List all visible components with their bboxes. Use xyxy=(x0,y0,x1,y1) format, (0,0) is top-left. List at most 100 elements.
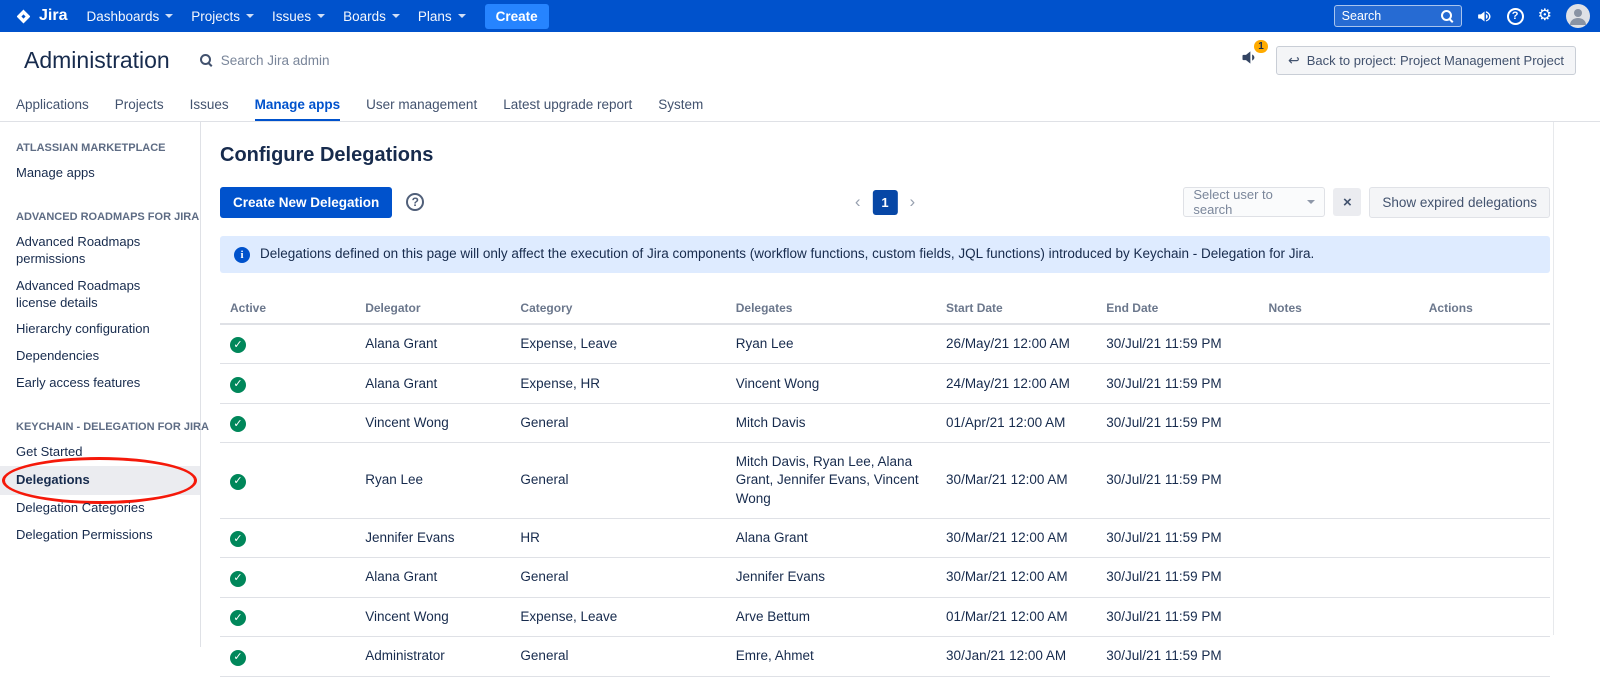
clear-filter-button[interactable]: × xyxy=(1333,188,1361,216)
tab-projects[interactable]: Projects xyxy=(115,88,164,121)
cell-delegates: Arve Bettum xyxy=(726,597,936,636)
nav-item-plans[interactable]: Plans xyxy=(409,0,475,32)
pagination-prev-icon[interactable]: ‹ xyxy=(853,192,863,212)
user-search-select[interactable]: Select user to search xyxy=(1183,187,1325,217)
chevron-down-icon xyxy=(1307,200,1315,204)
chevron-down-icon xyxy=(392,14,400,18)
cell-notes xyxy=(1259,518,1419,557)
cell-notes xyxy=(1259,364,1419,403)
sidebar-item-get-started[interactable]: Get Started xyxy=(0,439,200,466)
chevron-down-icon xyxy=(317,14,325,18)
cell-category: General xyxy=(510,558,725,597)
table-header-row: Active Delegator Category Delegates Star… xyxy=(220,293,1550,324)
col-start-date: Start Date xyxy=(936,293,1096,324)
show-expired-delegations-button[interactable]: Show expired delegations xyxy=(1369,187,1550,218)
col-delegates: Delegates xyxy=(726,293,936,324)
info-banner-text: Delegations defined on this page will on… xyxy=(260,246,1314,261)
cell-start-date: 30/Mar/21 12:00 AM xyxy=(936,518,1096,557)
create-button[interactable]: Create xyxy=(485,4,549,29)
col-end-date: End Date xyxy=(1096,293,1258,324)
create-new-delegation-button[interactable]: Create New Delegation xyxy=(220,187,392,218)
sidebar-item-delegation-permissions[interactable]: Delegation Permissions xyxy=(0,522,200,549)
sidebar-section-keychain-delegation: KEYCHAIN - DELEGATION FOR JIRA xyxy=(0,413,200,439)
active-check-icon: ✓ xyxy=(230,416,246,432)
nav-item-dashboards[interactable]: Dashboards xyxy=(77,0,182,32)
tab-latest-upgrade-report[interactable]: Latest upgrade report xyxy=(503,88,632,121)
brand-name: Jira xyxy=(39,7,67,25)
return-arrow-icon: ↩ xyxy=(1288,53,1300,67)
content-right-divider xyxy=(1553,122,1554,635)
cell-notes xyxy=(1259,558,1419,597)
active-check-icon: ✓ xyxy=(230,571,246,587)
cell-start-date: 30/Jan/21 12:00 AM xyxy=(936,637,1096,676)
cell-delegator: Alana Grant xyxy=(355,324,510,364)
cell-category: General xyxy=(510,403,725,442)
user-avatar[interactable] xyxy=(1566,4,1590,28)
cell-notes xyxy=(1259,597,1419,636)
sidebar-item-roadmaps-license[interactable]: Advanced Roadmaps license details xyxy=(0,273,200,317)
cell-category: Expense, HR xyxy=(510,364,725,403)
chevron-down-icon xyxy=(246,14,254,18)
pagination: ‹ 1 › xyxy=(853,190,917,215)
tab-issues[interactable]: Issues xyxy=(190,88,229,121)
notifications-icon[interactable]: 1 xyxy=(1239,47,1260,73)
gear-icon[interactable]: ⚙ xyxy=(1538,8,1552,24)
cell-delegator: Vincent Wong xyxy=(355,403,510,442)
sidebar-item-delegations[interactable]: Delegations xyxy=(0,466,200,495)
announcement-icon[interactable] xyxy=(1476,8,1493,25)
cell-delegates: Alana Grant xyxy=(726,518,936,557)
sidebar-item-dependencies[interactable]: Dependencies xyxy=(0,343,200,370)
cell-notes xyxy=(1259,443,1419,519)
sidebar-item-delegation-categories[interactable]: Delegation Categories xyxy=(0,495,200,522)
cell-delegator: Jennifer Evans xyxy=(355,518,510,557)
cell-delegator: Ryan Lee xyxy=(355,443,510,519)
cell-end-date: 30/Jul/21 11:59 PM xyxy=(1096,637,1258,676)
sidebar-item-early-access-features[interactable]: Early access features xyxy=(0,370,200,397)
global-search-input[interactable]: Search xyxy=(1334,5,1462,27)
cell-actions xyxy=(1419,637,1550,676)
active-check-icon: ✓ xyxy=(230,377,246,393)
cell-end-date: 30/Jul/21 11:59 PM xyxy=(1096,364,1258,403)
nav-item-boards[interactable]: Boards xyxy=(334,0,409,32)
cell-end-date: 30/Jul/21 11:59 PM xyxy=(1096,403,1258,442)
cell-category: HR xyxy=(510,518,725,557)
cell-actions xyxy=(1419,558,1550,597)
table-row: ✓ Ryan Lee General Mitch Davis, Ryan Lee… xyxy=(220,443,1550,519)
sidebar-item-hierarchy-configuration[interactable]: Hierarchy configuration xyxy=(0,316,200,343)
sidebar-item-roadmaps-permissions[interactable]: Advanced Roadmaps permissions xyxy=(0,229,200,273)
back-to-project-button[interactable]: ↩ Back to project: Project Management Pr… xyxy=(1276,46,1576,75)
active-check-icon: ✓ xyxy=(230,531,246,547)
page-title: Configure Delegations xyxy=(220,144,1550,167)
table-row: ✓ Alana Grant Expense, Leave Ryan Lee 26… xyxy=(220,324,1550,364)
table-row: ✓ Vincent Wong General Mitch Davis 01/Ap… xyxy=(220,403,1550,442)
pagination-next-icon[interactable]: › xyxy=(908,192,918,212)
cell-start-date: 30/Mar/21 12:00 AM xyxy=(936,443,1096,519)
active-check-icon: ✓ xyxy=(230,610,246,626)
sidebar-item-manage-apps[interactable]: Manage apps xyxy=(0,160,200,187)
cell-notes xyxy=(1259,324,1419,364)
pagination-current-page[interactable]: 1 xyxy=(873,190,898,215)
cell-delegator: Alana Grant xyxy=(355,558,510,597)
cell-category: General xyxy=(510,443,725,519)
close-icon: × xyxy=(1343,194,1352,211)
cell-actions xyxy=(1419,518,1550,557)
sidebar-section-advanced-roadmaps: ADVANCED ROADMAPS FOR JIRA xyxy=(0,203,200,229)
help-circle-icon[interactable]: ? xyxy=(406,193,424,211)
jira-logo-icon xyxy=(14,7,33,26)
tab-system[interactable]: System xyxy=(658,88,703,121)
tab-user-management[interactable]: User management xyxy=(366,88,477,121)
tab-applications[interactable]: Applications xyxy=(16,88,89,121)
chevron-down-icon xyxy=(165,14,173,18)
admin-search-input[interactable]: Search Jira admin xyxy=(200,53,330,68)
jira-logo[interactable]: Jira xyxy=(10,7,77,26)
cell-start-date: 24/May/21 12:00 AM xyxy=(936,364,1096,403)
active-check-icon: ✓ xyxy=(230,650,246,666)
delegations-table: Active Delegator Category Delegates Star… xyxy=(220,293,1550,677)
cell-end-date: 30/Jul/21 11:59 PM xyxy=(1096,558,1258,597)
tab-manage-apps[interactable]: Manage apps xyxy=(255,88,341,121)
nav-item-projects[interactable]: Projects xyxy=(182,0,263,32)
help-icon[interactable]: ? xyxy=(1507,8,1524,25)
admin-sidebar: ATLASSIAN MARKETPLACE Manage apps ADVANC… xyxy=(0,122,201,647)
info-banner: i Delegations defined on this page will … xyxy=(220,236,1550,273)
nav-item-issues[interactable]: Issues xyxy=(263,0,334,32)
